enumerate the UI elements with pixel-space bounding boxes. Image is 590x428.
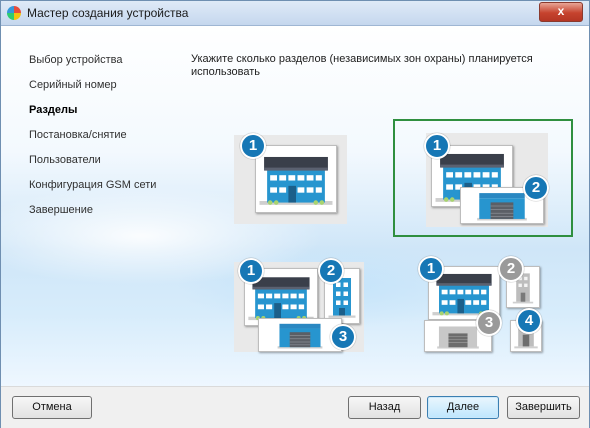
- partition-badge-3: 3: [330, 324, 356, 350]
- partition-badge-1: 1: [424, 133, 450, 159]
- wizard-steps-sidebar: Выбор устройства Серийный номер Разделы …: [29, 52, 179, 227]
- cancel-button[interactable]: Отмена: [12, 396, 92, 419]
- window-title: Мастер создания устройства: [27, 6, 189, 20]
- office-building-icon: [258, 150, 334, 208]
- partition-option-2[interactable]: 1 2: [393, 119, 573, 237]
- partition-badge-3: 3: [476, 310, 502, 336]
- partition-badge-1: 1: [238, 258, 264, 284]
- app-logo-icon: [7, 6, 21, 20]
- sidebar-item-arming-disarming[interactable]: Постановка/снятие: [29, 127, 179, 152]
- finish-button[interactable]: Завершить: [507, 396, 580, 419]
- warehouse-icon: [261, 321, 339, 349]
- wizard-window: Мастер создания устройства x Выбор устро…: [0, 0, 590, 428]
- partition-option-4[interactable]: 1 2 3 4: [416, 256, 551, 352]
- partition-option-3[interactable]: 1 2 3: [234, 256, 364, 352]
- partition-option-1[interactable]: 1: [234, 129, 347, 224]
- sidebar-item-finish[interactable]: Завершение: [29, 202, 179, 227]
- partition-badge-4: 4: [516, 308, 542, 334]
- wizard-content: Выбор устройства Серийный номер Разделы …: [1, 26, 589, 386]
- sidebar-item-device-selection[interactable]: Выбор устройства: [29, 52, 179, 77]
- partition-badge-1: 1: [418, 256, 444, 282]
- partition-badge-1: 1: [240, 133, 266, 159]
- wizard-footer: Отмена Назад Далее Завершить: [1, 386, 589, 428]
- sidebar-item-partitions[interactable]: Разделы: [29, 102, 179, 127]
- partition-badge-2: 2: [523, 175, 549, 201]
- instruction-text: Укажите сколько разделов (независимых зо…: [191, 53, 533, 78]
- back-button[interactable]: Назад: [348, 396, 421, 419]
- sidebar-item-gsm-config[interactable]: Конфигурация GSM сети: [29, 177, 179, 202]
- sidebar-item-serial-number[interactable]: Серийный номер: [29, 77, 179, 102]
- title-bar: Мастер создания устройства x: [1, 1, 589, 26]
- partition-badge-2: 2: [498, 256, 524, 282]
- building-card: [255, 145, 337, 213]
- next-button[interactable]: Далее: [427, 396, 499, 419]
- close-button[interactable]: x: [539, 2, 583, 22]
- partition-badge-2: 2: [318, 258, 344, 284]
- sidebar-item-users[interactable]: Пользователи: [29, 152, 179, 177]
